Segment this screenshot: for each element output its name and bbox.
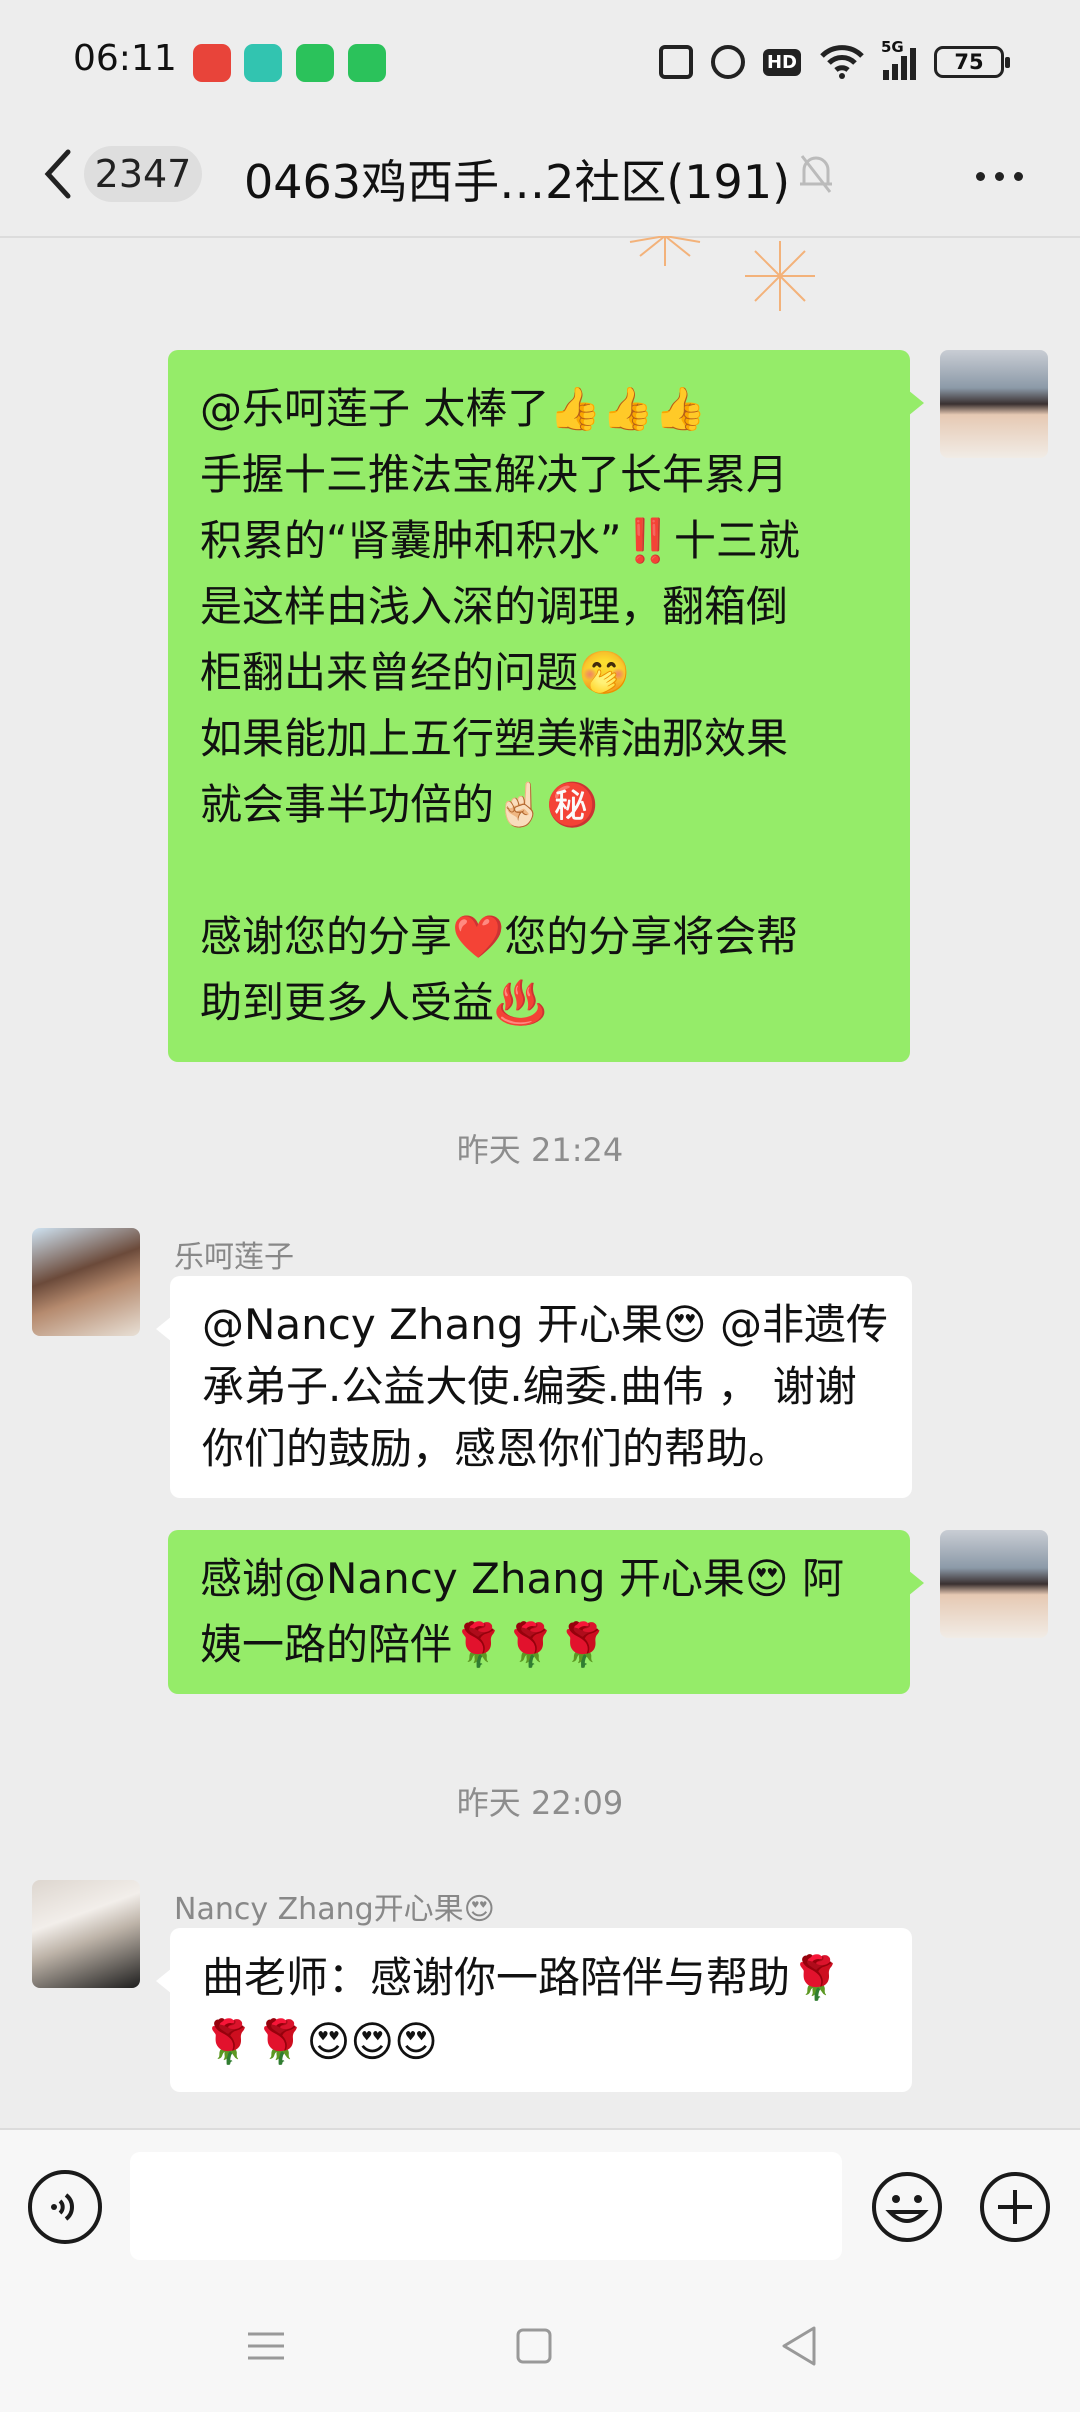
- chat-app-icon: [348, 44, 386, 82]
- hd-icon: HD: [762, 48, 801, 76]
- message-bubble-incoming[interactable]: @Nancy Zhang 开心果😍 @非遗传 承弟子.公益大使.编委.曲伟 ， …: [156, 1276, 912, 1498]
- network-label: 5G: [881, 38, 904, 56]
- more-options-icon[interactable]: [976, 172, 1023, 181]
- wifi-icon: [820, 45, 864, 79]
- plus-icon[interactable]: [978, 2170, 1052, 2244]
- status-bar: 06:11 HD 5G 75: [0, 0, 1080, 124]
- message-text-line: 如果能加上五行塑美精油那效果: [200, 714, 789, 763]
- sender-name: Nancy Zhang开心果😍: [174, 1892, 495, 1927]
- back-icon[interactable]: [772, 2320, 828, 2372]
- battery-icon: 75: [934, 46, 1010, 78]
- message-text-line: 🌹🌹😍😍😍: [202, 2017, 438, 2066]
- message-timestamp: 昨天 21:24: [456, 1131, 624, 1169]
- sender-avatar[interactable]: [32, 1228, 140, 1336]
- clock: 06:11: [73, 38, 177, 79]
- message-input[interactable]: [130, 2152, 842, 2260]
- alarm-icon: [710, 45, 745, 79]
- message-text-line: 助到更多人受益♨️: [200, 978, 547, 1027]
- message-timestamp: 昨天 22:09: [456, 1784, 624, 1822]
- message-input-bar: [0, 2128, 1080, 2280]
- message-bubble-outgoing[interactable]: @乐呵莲子 太棒了👍👍👍 手握十三推法宝解决了长年累月 积累的“肾囊肿和积水”‼…: [168, 350, 924, 1062]
- message-text-line: 是这样由浅入深的调理，翻箱倒: [200, 582, 789, 631]
- message-text-line: 承弟子.公益大使.编委.曲伟 ， 谢谢: [202, 1362, 857, 1411]
- message-text-line: @Nancy Zhang 开心果😍 @非遗传: [202, 1300, 888, 1349]
- nfc-icon: [658, 45, 693, 79]
- chat-screen: 06:11 HD 5G 75 2347 0463鸡西手…2社区(191) @乐呵…: [0, 0, 1080, 2412]
- emoji-icon[interactable]: [870, 2170, 944, 2244]
- my-avatar[interactable]: [940, 350, 1048, 458]
- back-arrow-icon[interactable]: [38, 144, 78, 204]
- message-text-line: 姨一路的陪伴🌹🌹🌹: [200, 1620, 609, 1669]
- menu-icon[interactable]: [238, 2320, 294, 2372]
- sender-name: 乐呵莲子: [174, 1240, 294, 1275]
- unread-count-badge[interactable]: 2347: [84, 146, 202, 202]
- message-text-line: 积累的“肾囊肿和积水”‼️十三就: [200, 516, 800, 565]
- message-text-line: 曲老师：感谢你一路陪伴与帮助🌹: [202, 1953, 843, 2002]
- message-text-line: 你们的鼓励，感恩你们的帮助。: [202, 1424, 791, 1473]
- signal-icon: 5G: [881, 38, 916, 80]
- phone-app-icon: [296, 44, 334, 82]
- system-navigation-bar: [0, 2280, 1080, 2412]
- battery-level: 75: [954, 50, 984, 74]
- message-text-line: 就会事半功倍的☝🏻㊙️: [200, 780, 599, 829]
- header-divider: [0, 236, 1080, 238]
- voice-input-icon[interactable]: [28, 2170, 102, 2244]
- chat-title[interactable]: 0463鸡西手…2社区(191): [244, 146, 790, 212]
- sender-avatar[interactable]: [32, 1880, 140, 1988]
- my-avatar[interactable]: [940, 1530, 1048, 1638]
- message-text-line: @乐呵莲子 太棒了👍👍👍: [200, 384, 707, 433]
- message-app-icon: [244, 44, 282, 82]
- message-text-line: 感谢@Nancy Zhang 开心果😍 阿: [200, 1554, 844, 1603]
- message-text-line: 柜翻出来曾经的问题🤭: [200, 648, 631, 697]
- message-text-line: 感谢您的分享❤️您的分享将会帮: [200, 912, 799, 961]
- chat-header: 2347 0463鸡西手…2社区(191): [0, 124, 1080, 236]
- status-icons: HD 5G 75: [658, 38, 1010, 84]
- message-bubble-incoming[interactable]: 曲老师：感谢你一路陪伴与帮助🌹 🌹🌹😍😍😍: [156, 1928, 912, 2092]
- home-icon[interactable]: [506, 2320, 562, 2372]
- message-text-line: 手握十三推法宝解决了长年累月: [200, 450, 789, 499]
- muted-bell-icon: [800, 155, 832, 193]
- fireworks-decoration: [629, 236, 815, 311]
- food-delivery-app-icon: [193, 44, 231, 82]
- message-bubble-outgoing[interactable]: 感谢@Nancy Zhang 开心果😍 阿 姨一路的陪伴🌹🌹🌹: [168, 1530, 924, 1694]
